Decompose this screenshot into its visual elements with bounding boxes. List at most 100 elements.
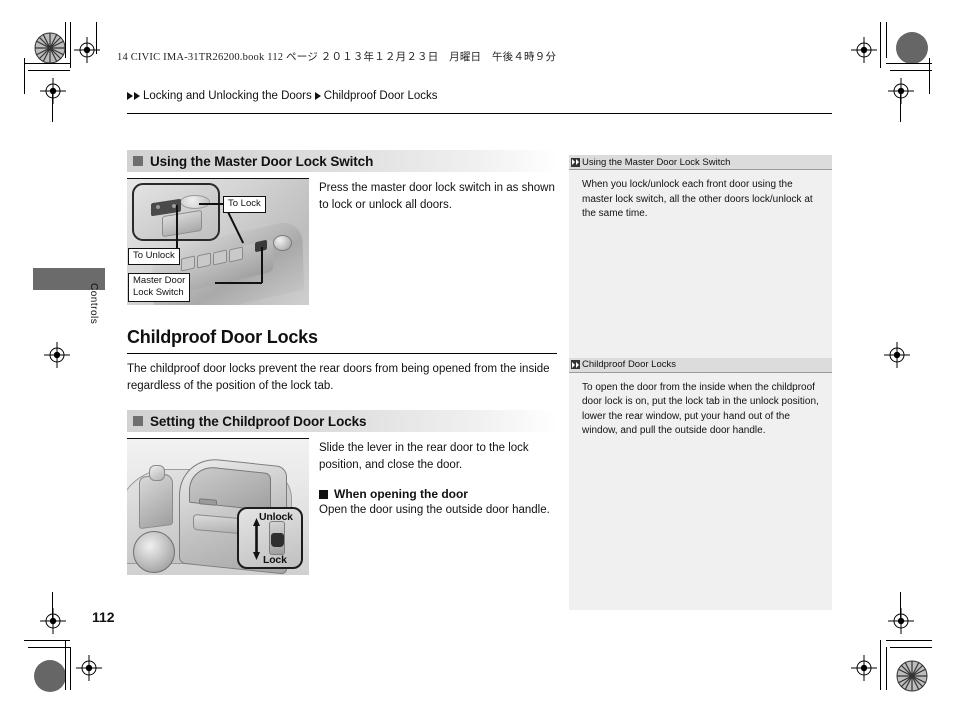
crop-mark xyxy=(880,640,881,690)
side-note-text: When you lock/unlock each front door usi… xyxy=(582,179,813,219)
side-note-2: Childproof Door Locks To open the door f… xyxy=(569,357,832,597)
crop-mark xyxy=(929,58,930,94)
page-number: 112 xyxy=(92,609,115,625)
master-door-lock-switch-illustration: To Lock To Unlock Master Door Lock Switc… xyxy=(127,178,309,305)
density-dot-bottom-left xyxy=(34,660,66,692)
side-note-spacer xyxy=(569,447,832,597)
registration-mark-top-left-inner xyxy=(40,78,66,104)
crop-mark xyxy=(890,647,932,648)
childproof-setting-body: Slide the lever in the rear door to the … xyxy=(319,442,529,471)
crop-mark xyxy=(70,647,71,690)
master-switch-body: Press the master door lock switch in as … xyxy=(319,182,555,211)
registration-mark-top-right-inner xyxy=(888,78,914,104)
double-chevron-icon xyxy=(571,360,580,369)
leader-line xyxy=(176,205,178,249)
crop-mark xyxy=(52,94,53,122)
crop-mark xyxy=(886,640,932,641)
crop-mark xyxy=(70,22,71,68)
crop-mark xyxy=(28,70,70,71)
side-note-title: Using the Master Door Lock Switch xyxy=(582,156,731,168)
breadcrumb-arrow-icon xyxy=(127,92,133,100)
side-note-header: Childproof Door Locks xyxy=(569,357,832,373)
crop-mark xyxy=(900,592,901,618)
side-note-1: Using the Master Door Lock Switch When y… xyxy=(569,155,832,358)
breadcrumb-arrow-icon xyxy=(314,92,321,100)
label-unlock: Unlock xyxy=(259,511,293,523)
lever-knob-shape xyxy=(271,533,284,547)
subsection-header-when-opening: When opening the door xyxy=(319,487,557,501)
crop-mark xyxy=(65,640,66,690)
leader-line xyxy=(261,247,263,283)
callout-knob-shape xyxy=(180,195,210,209)
childproof-row: Unlock Lock Slide the lever in the rear … xyxy=(127,438,557,575)
registration-mark-mid-left xyxy=(44,342,70,368)
side-note-text: To open the door from the inside when th… xyxy=(582,381,819,437)
main-content: Using the Master Door Lock Switch To Loc… xyxy=(127,150,557,575)
childproof-figure-wrap: Unlock Lock xyxy=(127,438,309,575)
childproof-door-lock-illustration: Unlock Lock xyxy=(127,438,309,575)
manual-page: 14 CIVIC IMA-31TR26200.book 112 ページ ２０１３… xyxy=(0,0,954,718)
registration-mark-bottom-right xyxy=(888,608,914,634)
section-title: Setting the Childproof Door Locks xyxy=(150,413,367,429)
side-note-spacer xyxy=(569,230,832,358)
double-chevron-icon xyxy=(571,157,580,167)
registration-mark-bottom-left xyxy=(40,608,66,634)
breadcrumb: Locking and Unlocking the Doors Childpro… xyxy=(127,90,438,102)
master-switch-figure-wrap: To Lock To Unlock Master Door Lock Switc… xyxy=(127,178,309,305)
master-switch-text-col: Press the master door lock switch in as … xyxy=(309,178,557,305)
crop-mark xyxy=(890,70,932,71)
section-bullet-icon xyxy=(133,156,143,166)
rosette-mark-bottom-right xyxy=(896,660,928,692)
section-title: Using the Master Door Lock Switch xyxy=(150,153,374,169)
front-seat-shape xyxy=(139,472,173,530)
chapter-tab-label: Controls xyxy=(88,283,99,325)
label-master-door-lock-switch: Master Door Lock Switch xyxy=(128,273,191,302)
subsection-title: When opening the door xyxy=(334,487,468,501)
childproof-text-col: Slide the lever in the rear door to the … xyxy=(309,438,557,575)
page-title: Childproof Door Locks xyxy=(127,327,318,347)
registration-mark-mid-right xyxy=(884,342,910,368)
leader-line xyxy=(215,282,262,284)
header-rule xyxy=(127,113,832,114)
registration-mark-top-right xyxy=(851,37,877,63)
crop-mark xyxy=(886,63,932,64)
crop-mark xyxy=(886,22,887,58)
section-bullet-icon xyxy=(133,416,143,426)
registration-mark-bottom-right-inner xyxy=(851,655,877,681)
crop-mark xyxy=(886,647,887,690)
callout-dot-icon xyxy=(156,205,160,209)
master-switch-row: To Lock To Unlock Master Door Lock Switc… xyxy=(127,178,557,305)
breadcrumb-arrow-icon xyxy=(134,92,140,100)
crop-mark xyxy=(96,22,97,54)
crop-mark xyxy=(28,647,70,648)
crop-mark xyxy=(24,640,70,641)
label-to-unlock: To Unlock xyxy=(128,248,180,265)
label-lock: Lock xyxy=(263,554,287,566)
breadcrumb-parent[interactable]: Locking and Unlocking the Doors xyxy=(143,90,312,102)
section-header-master-switch: Using the Master Door Lock Switch xyxy=(127,150,557,172)
side-note-header: Using the Master Door Lock Switch xyxy=(569,155,832,170)
crop-mark xyxy=(65,22,66,58)
section-header-setting-childproof: Setting the Childproof Door Locks xyxy=(127,410,557,432)
crop-mark xyxy=(24,63,70,64)
childproof-intro: The childproof door locks prevent the re… xyxy=(127,363,550,392)
callout-button-shape xyxy=(162,209,202,238)
registration-mark-bottom-left-inner xyxy=(76,655,102,681)
label-to-lock: To Lock xyxy=(223,196,266,213)
rosette-mark-top-left xyxy=(34,32,66,64)
crop-mark xyxy=(52,592,53,618)
side-notes-panel: Using the Master Door Lock Switch When y… xyxy=(569,155,832,610)
side-note-title: Childproof Door Locks xyxy=(582,359,676,370)
title-rule xyxy=(127,353,557,354)
wheel-shape xyxy=(133,531,175,573)
breadcrumb-current[interactable]: Childproof Door Locks xyxy=(324,90,438,102)
crop-mark xyxy=(880,22,881,68)
book-file-header: 14 CIVIC IMA-31TR26200.book 112 ページ ２０１３… xyxy=(117,52,557,63)
crop-mark xyxy=(900,94,901,122)
mirror-knob-shape xyxy=(273,235,292,251)
subsection-bullet-icon xyxy=(319,489,328,499)
childproof-sub-body: Open the door using the outside door han… xyxy=(319,504,550,516)
headrest-shape xyxy=(149,465,165,481)
double-arrow-icon xyxy=(253,518,260,560)
density-dot-top-right xyxy=(896,32,928,64)
